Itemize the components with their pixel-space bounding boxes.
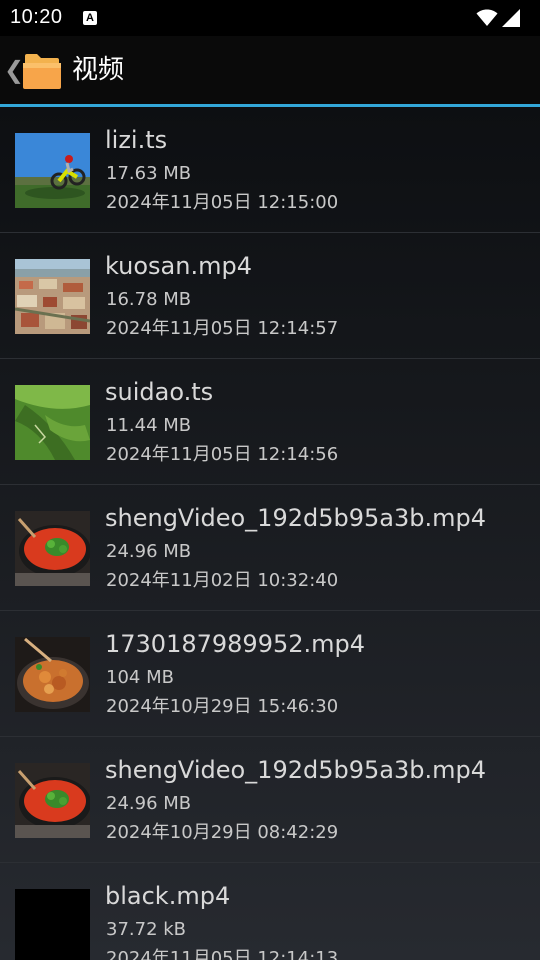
list-item[interactable]: shengVideo_192d5b95a3b.mp4 24.96 MB 2024… bbox=[0, 737, 540, 863]
green-landscape-thumbnail bbox=[15, 385, 90, 460]
file-list[interactable]: lizi.ts 17.63 MB 2024年11月05日 12:15:00 ku… bbox=[0, 107, 540, 960]
list-item[interactable]: kuosan.mp4 16.78 MB 2024年11月05日 12:14:57 bbox=[0, 233, 540, 359]
motocross-thumbnail bbox=[15, 133, 90, 208]
file-size: 16.78 MB bbox=[106, 289, 192, 310]
file-name: shengVideo_192d5b95a3b.mp4 bbox=[105, 756, 486, 784]
status-time: 10:20 bbox=[10, 6, 63, 28]
a-icon: A bbox=[83, 11, 97, 25]
file-date: 2024年10月29日 15:46:30 bbox=[106, 696, 339, 717]
file-date: 2024年11月05日 12:15:00 bbox=[106, 192, 339, 213]
black-thumbnail bbox=[15, 889, 90, 960]
file-date: 2024年11月05日 12:14:13 bbox=[106, 948, 339, 960]
file-date: 2024年11月05日 12:14:57 bbox=[106, 318, 339, 339]
wifi-icon bbox=[476, 9, 498, 26]
app-bar: ❮ 视频 bbox=[0, 36, 540, 104]
file-date: 2024年11月02日 10:32:40 bbox=[106, 570, 339, 591]
list-item[interactable]: lizi.ts 17.63 MB 2024年11月05日 12:15:00 bbox=[0, 107, 540, 233]
food-dish-thumbnail bbox=[15, 637, 90, 712]
list-item[interactable]: shengVideo_192d5b95a3b.mp4 24.96 MB 2024… bbox=[0, 485, 540, 611]
file-size: 24.96 MB bbox=[106, 793, 192, 814]
town-aerial-thumbnail bbox=[15, 259, 90, 334]
file-name: suidao.ts bbox=[105, 378, 214, 406]
file-name: kuosan.mp4 bbox=[105, 252, 252, 280]
file-size: 37.72 kB bbox=[106, 919, 187, 940]
file-name: lizi.ts bbox=[105, 126, 168, 154]
soup-pot-thumbnail bbox=[15, 511, 90, 586]
list-item[interactable]: suidao.ts 11.44 MB 2024年11月05日 12:14:56 bbox=[0, 359, 540, 485]
file-name: black.mp4 bbox=[105, 882, 231, 910]
file-size: 17.63 MB bbox=[106, 163, 192, 184]
list-item[interactable]: black.mp4 37.72 kB 2024年11月05日 12:14:13 bbox=[0, 863, 540, 960]
status-bar: 10:20 A bbox=[0, 0, 540, 36]
file-size: 104 MB bbox=[106, 667, 174, 688]
soup-pot-thumbnail bbox=[15, 763, 90, 838]
list-item[interactable]: 1730187989952.mp4 104 MB 2024年10月29日 15:… bbox=[0, 611, 540, 737]
page-title: 视频 bbox=[72, 55, 125, 85]
chevron-left-icon[interactable]: ❮ bbox=[4, 58, 24, 82]
file-size: 11.44 MB bbox=[106, 415, 192, 436]
signal-icon bbox=[502, 9, 520, 27]
file-size: 24.96 MB bbox=[106, 541, 192, 562]
file-date: 2024年10月29日 08:42:29 bbox=[106, 822, 339, 843]
file-name: 1730187989952.mp4 bbox=[105, 630, 366, 658]
folder-icon bbox=[23, 54, 61, 89]
file-date: 2024年11月05日 12:14:56 bbox=[106, 444, 339, 465]
file-name: shengVideo_192d5b95a3b.mp4 bbox=[105, 504, 486, 532]
